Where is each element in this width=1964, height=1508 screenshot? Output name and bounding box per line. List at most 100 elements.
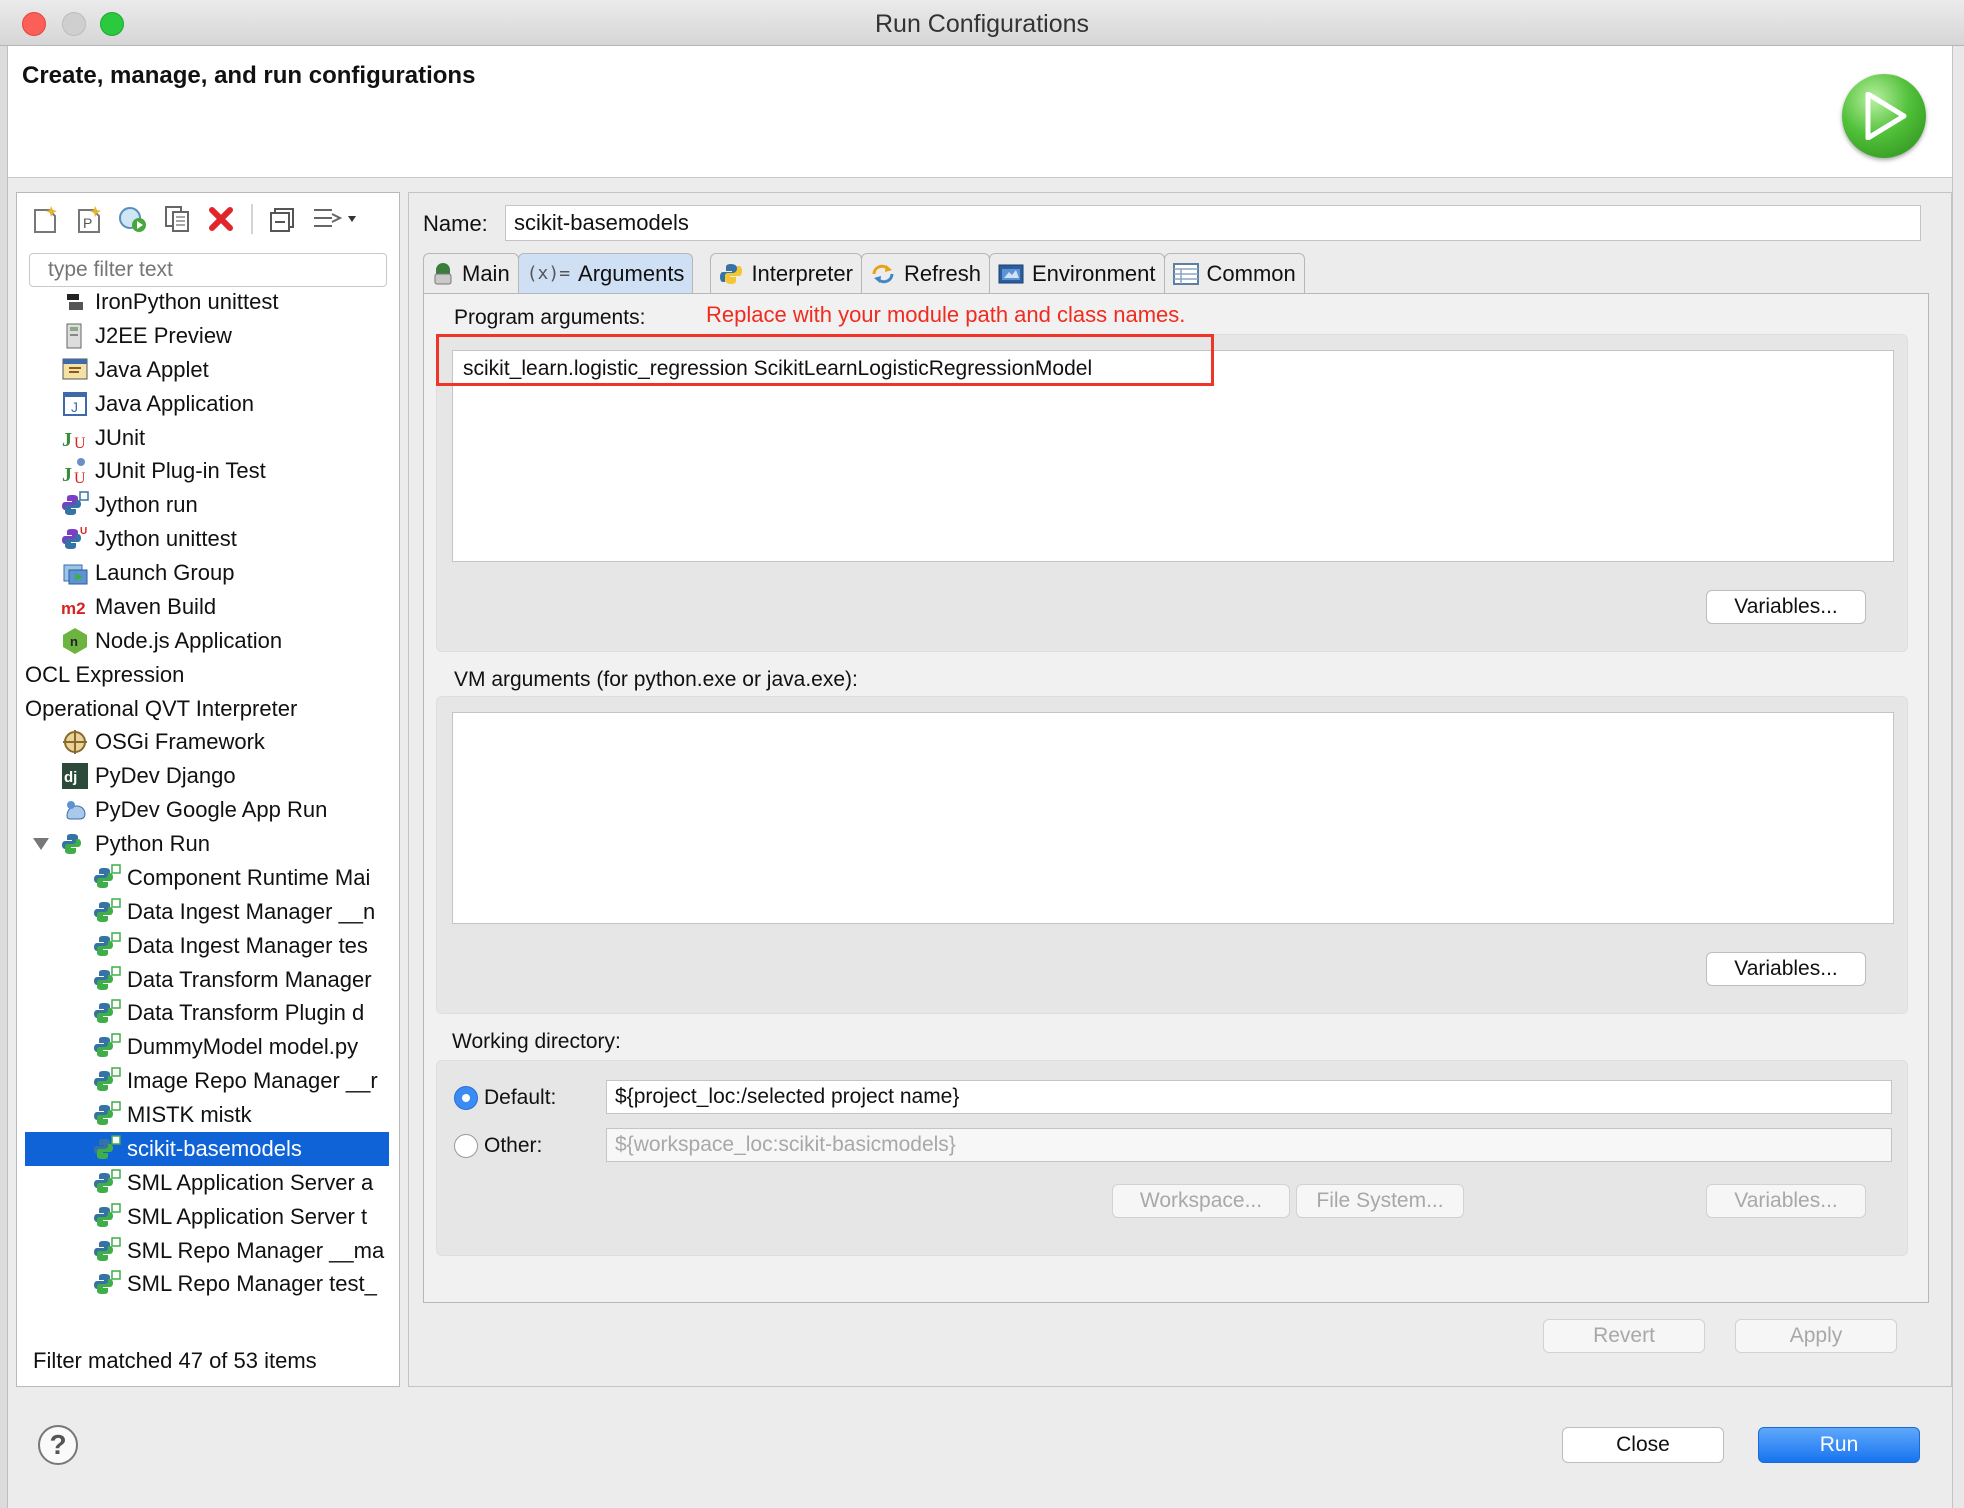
- other-dir-field[interactable]: ${workspace_loc:scikit-basicmodels}: [606, 1128, 1892, 1162]
- tab-common[interactable]: Common: [1163, 253, 1305, 293]
- working-dir-variables-button[interactable]: Variables...: [1706, 1184, 1866, 1218]
- tab-main-label: Main: [462, 260, 510, 286]
- window-right-edge: [1952, 46, 1964, 1508]
- export-config-button[interactable]: [115, 202, 151, 236]
- new-config-button[interactable]: [27, 202, 63, 236]
- tab-refresh[interactable]: Refresh: [860, 253, 990, 293]
- tree-item[interactable]: Java Applet: [25, 353, 405, 387]
- tree-item-label: SML Repo Manager __ma: [127, 1237, 385, 1263]
- filter-menu-button[interactable]: [309, 202, 361, 236]
- tree-item[interactable]: PyDev Google App Run: [25, 793, 405, 827]
- revert-button[interactable]: Revert: [1543, 1319, 1705, 1353]
- tree-item-label: SML Application Server t: [127, 1203, 368, 1229]
- tree-item[interactable]: OSGi Framework: [25, 725, 405, 759]
- collapse-all-button[interactable]: [265, 202, 301, 236]
- collapse-all-icon: [270, 208, 294, 232]
- workspace-button[interactable]: Workspace...: [1112, 1184, 1290, 1218]
- django-icon: dj: [61, 762, 89, 790]
- program-args-variables-button[interactable]: Variables...: [1706, 590, 1866, 624]
- file-system-button[interactable]: File System...: [1296, 1184, 1464, 1218]
- filter-status: Filter matched 47 of 53 items: [33, 1348, 317, 1373]
- python-config-icon: [93, 999, 121, 1027]
- duplicate-config-button[interactable]: [159, 202, 195, 236]
- program-args-label: Program arguments:: [454, 306, 646, 329]
- run-button[interactable]: Run: [1758, 1427, 1920, 1463]
- nodejs-icon: n: [61, 627, 89, 655]
- config-list-panel: P IronPython unittest J2EE Preview Java Ap…: [16, 192, 400, 1387]
- tree-item[interactable]: MISTK mistk: [25, 1098, 405, 1132]
- tree-item-selected[interactable]: scikit-basemodels: [25, 1131, 389, 1166]
- tree-item[interactable]: Jython run: [25, 488, 405, 522]
- tree-item-label: Operational QVT Interpreter: [25, 695, 298, 721]
- default-radio-label: Default:: [484, 1086, 557, 1109]
- tree-item[interactable]: DummyModel model.py: [25, 1030, 405, 1064]
- duplicate-icon: [165, 206, 189, 232]
- tree-item[interactable]: Data Transform Plugin d: [25, 996, 405, 1030]
- vm-args-variables-button[interactable]: Variables...: [1706, 952, 1866, 986]
- name-input[interactable]: scikit-basemodels: [505, 205, 1921, 241]
- tree-item[interactable]: SML Application Server t: [25, 1200, 405, 1234]
- python-config-icon: [93, 965, 121, 994]
- tree-item[interactable]: J Java Application: [25, 387, 405, 421]
- tree-item[interactable]: Component Runtime Mai: [25, 861, 405, 895]
- tab-environment-label: Environment: [1031, 260, 1156, 286]
- tree-item[interactable]: Data Transform Manager: [25, 963, 405, 997]
- tree-item[interactable]: U Jython unittest: [25, 522, 405, 556]
- tree-item[interactable]: Data Ingest Manager __n: [25, 895, 405, 929]
- python-config-icon: [93, 1169, 121, 1197]
- tree-item[interactable]: Launch Group: [25, 556, 405, 590]
- other-radio[interactable]: [454, 1134, 478, 1158]
- tree-item-label: Component Runtime Mai: [127, 864, 371, 890]
- tree-item[interactable]: Operational QVT Interpreter: [25, 692, 405, 726]
- tree-item[interactable]: m2 Maven Build: [25, 590, 405, 624]
- close-button[interactable]: Close: [1562, 1427, 1724, 1463]
- filter-icon: [314, 209, 356, 227]
- tree-item[interactable]: SML Repo Manager test_: [25, 1267, 405, 1298]
- delete-config-button[interactable]: [203, 202, 239, 236]
- tab-main[interactable]: Main: [423, 253, 519, 293]
- tree-item[interactable]: J2EE Preview: [25, 319, 405, 353]
- tab-refresh-label: Refresh: [903, 260, 981, 286]
- help-button[interactable]: ?: [38, 1425, 78, 1465]
- other-radio-label: Other:: [484, 1134, 543, 1157]
- tree-item[interactable]: SML Repo Manager __ma: [25, 1234, 405, 1268]
- google-app-icon: [61, 796, 89, 824]
- java-application-icon: J: [61, 390, 89, 418]
- python-config-icon: [93, 1202, 121, 1231]
- tab-arguments[interactable]: (x)= Arguments: [517, 253, 694, 293]
- tree-item[interactable]: J U JUnit Plug-in Test: [25, 454, 405, 488]
- tree-item-label: OSGi Framework: [95, 729, 265, 755]
- window-title: Run Configurations: [874, 10, 1089, 38]
- tab-interpreter[interactable]: Interpreter: [710, 253, 862, 293]
- tree-item[interactable]: J U JUnit: [25, 421, 405, 455]
- tree-item[interactable]: Image Repo Manager __r: [25, 1064, 405, 1098]
- filter-input[interactable]: [29, 253, 387, 287]
- vm-args-textarea[interactable]: [452, 712, 1894, 924]
- python-config-icon: [93, 864, 121, 892]
- tree-item[interactable]: n Node.js Application: [25, 624, 405, 658]
- apply-button[interactable]: Apply: [1735, 1319, 1897, 1353]
- tree-item[interactable]: SML Application Server a: [25, 1166, 405, 1200]
- common-tab-icon: [1172, 262, 1199, 285]
- tree-item[interactable]: Python Run: [25, 827, 405, 861]
- new-prototype-button[interactable]: P: [71, 202, 107, 236]
- tree-item[interactable]: OCL Expression: [25, 658, 405, 692]
- svg-text:J: J: [71, 399, 78, 415]
- vm-args-label: VM arguments (for python.exe or java.exe…: [454, 668, 858, 691]
- tree-item-label: Data Transform Manager: [127, 966, 372, 992]
- tab-common-label: Common: [1206, 260, 1296, 286]
- python-config-icon: [93, 1067, 121, 1095]
- tree-item-label: PyDev Django: [95, 763, 236, 789]
- tab-environment[interactable]: Environment: [988, 253, 1165, 293]
- default-dir-field[interactable]: ${project_loc:/selected project name}: [606, 1080, 1892, 1114]
- junit-icon: JU: [61, 424, 89, 452]
- osgi-icon: [61, 728, 89, 756]
- tree-item-label: Data Ingest Manager tes: [127, 932, 368, 958]
- tree-item[interactable]: Data Ingest Manager tes: [25, 929, 405, 963]
- tree-item[interactable]: IronPython unittest: [25, 293, 405, 319]
- python-config-icon: [93, 1236, 121, 1265]
- default-radio[interactable]: [454, 1086, 478, 1110]
- export-icon: [119, 207, 146, 232]
- expand-triangle-icon[interactable]: [33, 838, 49, 850]
- tree-item[interactable]: dj PyDev Django: [25, 759, 405, 793]
